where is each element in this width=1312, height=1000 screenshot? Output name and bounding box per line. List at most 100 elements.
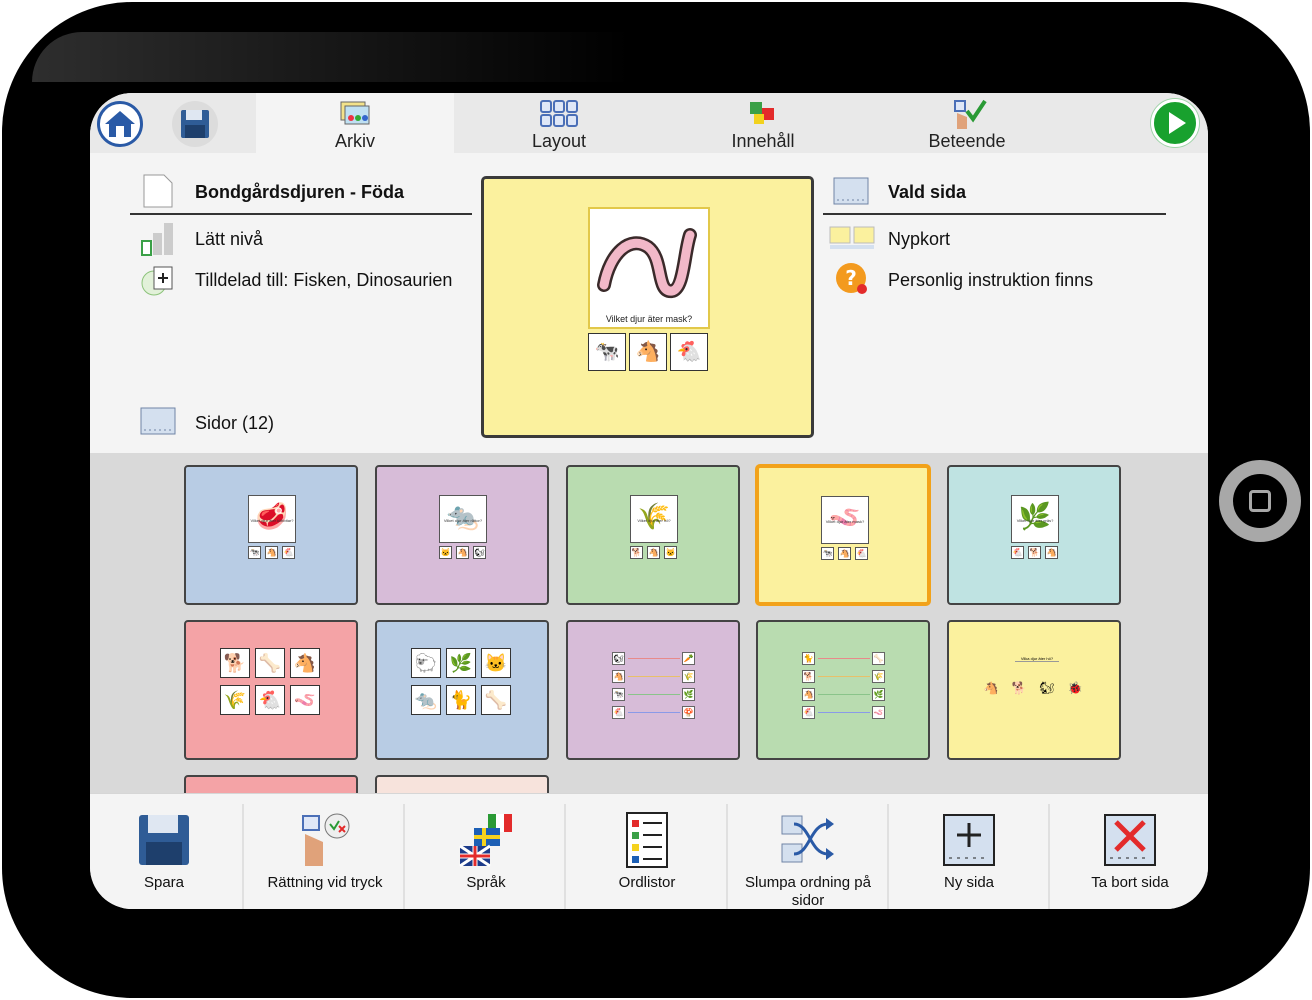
page-thumbnail[interactable]: Vilka djur äter hö? 🐴 🐕 🐿 🐞 <box>947 620 1121 760</box>
thumb-match-left: 🐴 <box>612 670 625 683</box>
save-icon[interactable] <box>172 101 218 147</box>
thumb-answer-icon: 🐴 <box>647 546 660 559</box>
thumb-answer-icon: 🐱 <box>439 546 452 559</box>
tab-label: Layout <box>531 131 587 151</box>
thumb-match-line <box>628 712 680 713</box>
page-thumbnail[interactable]: 🌿 Vilket djur äter gräs? 🐔 🐕 🐴 <box>947 465 1121 605</box>
tab-label: Beteende <box>928 131 1006 151</box>
thumb-answer-icon: 🐴 <box>456 546 469 559</box>
page-thumbnail[interactable]: 🥩 Vilket djur äter köttbitar? 🐄 🐴 🐔 <box>184 465 358 605</box>
thumb-grid-cell: 🦴 <box>255 648 285 678</box>
thumb-match-left: 🐿 <box>612 652 625 665</box>
pages-count: Sidor (12) <box>195 413 275 433</box>
level-bars-icon <box>141 223 173 256</box>
thumb-question-card: 🌿 Vilket djur äter gräs? <box>1011 495 1059 543</box>
delete-page-icon <box>1104 814 1156 866</box>
top-toolbar: Arkiv Layout Innehåll Beteende <box>90 93 1208 153</box>
help-icon: ? <box>836 263 867 294</box>
page-type: Nypkort <box>888 229 951 249</box>
content-blocks-icon <box>750 102 774 124</box>
thumb-grid-cell: 🪱 <box>290 685 320 715</box>
thumb-row-item: 🐿 <box>1039 681 1055 695</box>
frame-sheen <box>32 32 632 82</box>
thumb-question-card: 🌾 Vilket djur äter hö? <box>630 495 678 543</box>
thumb-answer-icon: 🐕 <box>630 546 643 559</box>
thumb-match-line <box>628 658 680 659</box>
thumb-match-right: 🌿 <box>872 688 885 701</box>
assigned-text: Tilldelad till: Fisken, Dinosaurien <box>195 270 453 290</box>
thumb-match-left: 🐕 <box>802 670 815 683</box>
save-button[interactable]: Spara <box>90 794 244 909</box>
tab-layout[interactable]: Layout <box>460 93 658 153</box>
thumb-match-left: 🐄 <box>612 688 625 701</box>
button-label: Ta bort sida <box>1091 874 1169 891</box>
folder-cards-icon <box>340 101 370 125</box>
page-thumbnail[interactable]: 🐿 🥕 🐴 🌾 🐄 🌿 🐔 🍄 <box>566 620 740 760</box>
thumb-row-item: 🐞 <box>1067 681 1083 695</box>
thumb-match-line <box>818 712 870 713</box>
button-label: Spara <box>143 874 185 891</box>
button-label: Slumpa ordning på sidor <box>745 874 871 909</box>
tab-label: Innehåll <box>731 131 795 151</box>
thumb-question-text: Vilket djur äter råttor? <box>443 518 483 523</box>
app-screen: Arkiv Layout Innehåll Beteende Bondgårds… <box>90 93 1208 909</box>
touch-correction-button[interactable]: Rättning vid tryck <box>245 794 405 909</box>
page-thumbnail[interactable]: 🐀 Vilket djur äter råttor? 🐱 🐴 🐿 <box>375 465 549 605</box>
page-thumbnail[interactable]: 🐑 🌿 🐱 🐀 🐈 🦴 <box>375 620 549 760</box>
page-thumbnail[interactable]: 🪱 Vilket djur äter mask? 🐄 🐴 🐔 <box>756 465 930 605</box>
thumb-grid-cell: 🐀 <box>411 685 441 715</box>
page-thumbnail[interactable]: 🐈 🦴 🐕 🌾 🐴 🌿 🐔 🪱 <box>756 620 930 760</box>
tab-label: Arkiv <box>335 131 375 151</box>
thumb-grid-cell: 🐕 <box>220 648 250 678</box>
thumb-answer-icon: 🐔 <box>282 546 295 559</box>
page-thumbnail[interactable] <box>184 775 358 793</box>
thumb-grid-cell: 🐴 <box>290 648 320 678</box>
selected-page-icon <box>833 177 869 205</box>
thumb-grid-cell: 🐔 <box>255 685 285 715</box>
thumb-answer-icon: 🐕 <box>1028 546 1041 559</box>
device-home-button[interactable] <box>1219 460 1301 542</box>
new-page-button[interactable]: Ny sida <box>889 794 1049 909</box>
button-label: Språk <box>466 874 506 891</box>
thumb-match-line <box>818 658 870 659</box>
worm-icon <box>597 228 697 298</box>
thumb-answer-icon: 🐱 <box>664 546 677 559</box>
thumb-answer-icon: 🐴 <box>1045 546 1058 559</box>
floppy-disk-icon <box>139 815 189 865</box>
tab-beteende[interactable]: Beteende <box>868 93 1066 153</box>
bottom-toolbar: Spara Rättning vid tryck Språk Ordlistor… <box>90 793 1208 909</box>
touch-check-icon <box>954 99 987 129</box>
home-icon[interactable] <box>97 101 143 147</box>
shuffle-pages-button[interactable]: Slumpa ordning på sidor <box>728 794 888 909</box>
thumb-answer-icon: 🐄 <box>821 547 834 560</box>
file-name: Bondgårdsdjuren - Föda <box>195 182 404 202</box>
document-icon <box>143 174 173 208</box>
thumb-row-item: 🐕 <box>1011 681 1027 695</box>
word-lists-button[interactable]: Ordlistor <box>567 794 727 909</box>
thumb-match-left: 🐴 <box>802 688 815 701</box>
thumb-match-left: 🐔 <box>612 706 625 719</box>
tab-innehall[interactable]: Innehåll <box>664 93 862 153</box>
play-icon[interactable] <box>1151 99 1199 147</box>
page-thumbnail[interactable] <box>375 775 549 793</box>
delete-page-button[interactable]: Ta bort sida <box>1050 794 1208 909</box>
question-card: Vilket djur äter mask? <box>588 207 710 329</box>
tab-arkiv[interactable]: Arkiv <box>256 93 454 153</box>
button-label: Rättning vid tryck <box>267 874 383 891</box>
thumb-grid-cell: 🦴 <box>481 685 511 715</box>
pinch-cards-icon <box>829 226 875 249</box>
page-thumbnail[interactable]: 🐕 🦴 🐴 🌾 🐔 🪱 <box>184 620 358 760</box>
thumb-answer-icon: 🐔 <box>1011 546 1024 559</box>
new-page-icon <box>943 814 995 866</box>
shuffle-pages-icon <box>781 815 834 863</box>
thumb-answer-icon: 🐴 <box>265 546 278 559</box>
thumb-match-line <box>628 694 680 695</box>
language-button[interactable]: Språk <box>406 794 566 909</box>
thumb-grid-cell: 🐈 <box>446 685 476 715</box>
thumb-question-text: Vilket djur äter hö? <box>637 518 671 523</box>
page-thumbnails: 🥩 Vilket djur äter köttbitar? 🐄 🐴 🐔 🐀 Vilket d… <box>90 453 1208 793</box>
thumb-question-card: 🥩 Vilket djur äter köttbitar? <box>248 495 296 543</box>
page-thumbnail[interactable]: 🌾 Vilket djur äter hö? 🐕 🐴 🐱 <box>566 465 740 605</box>
instruction-text: Personlig instruktion finns <box>888 270 1094 290</box>
page-preview[interactable]: Vilket djur äter mask? 🐄 🐴 🐔 <box>481 176 814 438</box>
